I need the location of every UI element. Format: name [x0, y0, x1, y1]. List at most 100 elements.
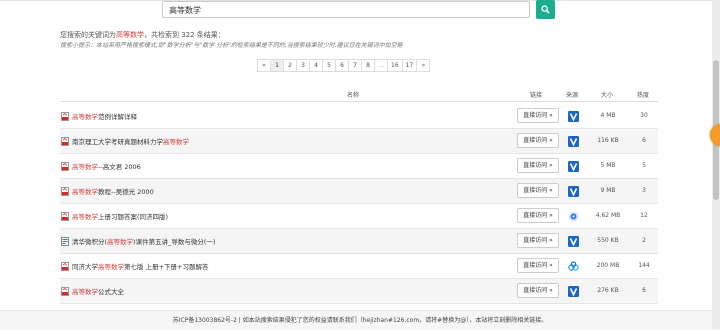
- scrollbar[interactable]: [712, 0, 720, 329]
- pdf-file-icon: [61, 262, 69, 271]
- document-file-icon: [61, 237, 69, 246]
- direct-visit-button[interactable]: 直接访问 »: [517, 133, 559, 148]
- page-link[interactable]: 16: [387, 59, 403, 72]
- page-link[interactable]: 6: [335, 59, 349, 72]
- page-link[interactable]: 17: [401, 59, 418, 72]
- footer: 苏ICP备13003862号-2 | 如本站搜索结果侵犯了您的权益请联系我们（h…: [0, 310, 720, 330]
- table-row: 高等数学--高文君 2006 直接访问 » 5 MB 5: [60, 154, 658, 179]
- hotness: 3: [642, 187, 646, 194]
- file-name-keyword: 高等数学: [72, 213, 98, 221]
- search-input[interactable]: 高等数学: [162, 1, 530, 18]
- table-row: 高等数学范例详解详释 直接访问 » 4 MB 30: [60, 104, 658, 129]
- file-name-keyword: 高等数学: [107, 238, 134, 246]
- hotness: 2: [642, 237, 646, 244]
- page-link[interactable]: 3: [296, 59, 310, 72]
- direct-visit-button[interactable]: 直接访问 »: [517, 233, 559, 248]
- file-name-link[interactable]: 清华微积分(高等数学)课件第五讲_导数与微分(一): [72, 236, 215, 246]
- table-row: 南京理工大学考研真题材料力学高等数学 直接访问 » 116 KB 6: [60, 129, 658, 154]
- page-prev[interactable]: «: [257, 59, 271, 72]
- pdf-file-icon: [61, 137, 69, 146]
- file-size: 116 KB: [597, 137, 619, 144]
- page-ellipsis: ...: [374, 59, 388, 72]
- page-link[interactable]: 1: [270, 59, 284, 72]
- page-link[interactable]: 7: [348, 59, 362, 72]
- file-name-suffix: 教程--吴德光 2000: [98, 188, 154, 196]
- disk-source-icon: [568, 211, 579, 222]
- summary-prefix: 您搜索的关键词为: [60, 31, 116, 39]
- direct-visit-button[interactable]: 直接访问 »: [517, 258, 559, 273]
- page-link[interactable]: 4: [309, 59, 323, 72]
- direct-visit-button[interactable]: 直接访问 »: [517, 208, 559, 223]
- direct-visit-button[interactable]: 直接访问 »: [517, 283, 559, 298]
- v-source-icon: [568, 236, 579, 247]
- file-size: 200 MB: [596, 262, 620, 269]
- direct-visit-button[interactable]: 直接访问 »: [517, 158, 559, 173]
- hotness: 6: [642, 137, 646, 144]
- header-size: 大小: [601, 92, 614, 99]
- table-row: 高等数学公式大全 直接访问 » 276 KB 6: [60, 279, 658, 304]
- file-name-link[interactable]: 同济大学高等数学第七版 上册+下册+习题解答: [72, 261, 208, 271]
- v-source-icon: [568, 111, 579, 122]
- table-row: 同济大学高等数学第七版 上册+下册+习题解答 直接访问 » 200 MB 144: [60, 254, 658, 279]
- file-name-suffix: 上册习题答案(同济四版): [98, 213, 169, 221]
- hotness: 30: [640, 112, 648, 119]
- file-name-suffix: 公式大全: [98, 288, 124, 296]
- baidu-pan-icon: [568, 261, 579, 271]
- file-name-keyword: 高等数学: [72, 288, 98, 296]
- v-source-icon: [568, 286, 579, 297]
- v-source-icon: [568, 186, 579, 197]
- file-name-suffix: --高文君 2006: [98, 163, 141, 171]
- file-name-prefix: 南京理工大学考研真题材料力学: [72, 138, 163, 146]
- pdf-file-icon: [61, 112, 69, 121]
- table-header: 名称 链接 来源 大小 热度: [60, 89, 658, 102]
- header-link: 链接: [530, 92, 543, 99]
- hotness: 144: [638, 262, 650, 269]
- pdf-file-icon: [61, 187, 69, 196]
- page-link[interactable]: 8: [361, 59, 375, 72]
- pdf-file-icon: [61, 162, 69, 171]
- file-name-link[interactable]: 高等数学范例详解详释: [72, 111, 137, 121]
- direct-visit-button[interactable]: 直接访问 »: [517, 183, 559, 198]
- file-name-keyword: 高等数学: [98, 263, 124, 271]
- file-name-keyword: 高等数学: [163, 138, 189, 146]
- file-name-keyword: 高等数学: [72, 163, 98, 171]
- hotness: 12: [640, 212, 648, 219]
- file-size: 550 KB: [597, 237, 619, 244]
- page-next[interactable]: »: [416, 59, 431, 72]
- search-icon: [541, 5, 550, 14]
- file-size: 4.62 MB: [595, 212, 621, 219]
- direct-visit-button[interactable]: 直接访问 »: [517, 108, 559, 123]
- v-source-icon: [568, 161, 579, 172]
- v-source-icon: [568, 136, 579, 147]
- page-link[interactable]: 5: [322, 59, 336, 72]
- file-name-prefix: 清华微积分(: [72, 238, 108, 246]
- page-link[interactable]: 2: [283, 59, 297, 72]
- file-name-link[interactable]: 高等数学公式大全: [72, 286, 124, 296]
- file-size: 4 MB: [600, 112, 616, 119]
- result-summary: 您搜索的关键词为高等数学，共检索到 322 条结果：: [60, 30, 225, 40]
- table-row: 高等数学上册习题答案(同济四版) 直接访问 » 4.62 MB 12: [60, 204, 658, 229]
- header-hot: 热度: [637, 92, 650, 99]
- file-size: 9 MB: [600, 187, 616, 194]
- table-row: 清华微积分(高等数学)课件第五讲_导数与微分(一) 直接访问 » 550 KB 2: [60, 229, 658, 254]
- file-name-link[interactable]: 高等数学教程--吴德光 2000: [72, 186, 154, 196]
- file-name-suffix: 范例详解详释: [98, 113, 137, 121]
- search-tip: 搜索小提示：本站采用严格搜索模式,即"数学分析"与"数学 分析"的检索结果是不同…: [60, 42, 403, 49]
- file-name-link[interactable]: 高等数学--高文君 2006: [72, 161, 141, 171]
- file-name-suffix: )课件第五讲_导数与微分(一): [133, 238, 216, 246]
- header-source: 来源: [566, 92, 579, 99]
- file-name-link[interactable]: 南京理工大学考研真题材料力学高等数学: [72, 136, 189, 146]
- file-name-suffix: 第七版 上册+下册+习题解答: [124, 263, 209, 271]
- file-size: 5 MB: [600, 162, 616, 169]
- file-name-keyword: 高等数学: [72, 113, 98, 121]
- summary-keyword: 高等数学: [116, 31, 144, 39]
- hotness: 6: [642, 287, 646, 294]
- file-size: 276 KB: [597, 287, 619, 294]
- table-row: 高等数学教程--吴德光 2000 直接访问 » 9 MB 3: [60, 179, 658, 204]
- file-name-link[interactable]: 高等数学上册习题答案(同济四版): [72, 211, 168, 221]
- file-name-keyword: 高等数学: [72, 188, 98, 196]
- summary-suffix: ，共检索到 322 条结果：: [144, 31, 225, 39]
- search-button[interactable]: [536, 0, 555, 19]
- file-name-prefix: 同济大学: [72, 263, 98, 271]
- pagination: «1 2 3 4 5 6 7 8... 16 17»: [257, 59, 431, 72]
